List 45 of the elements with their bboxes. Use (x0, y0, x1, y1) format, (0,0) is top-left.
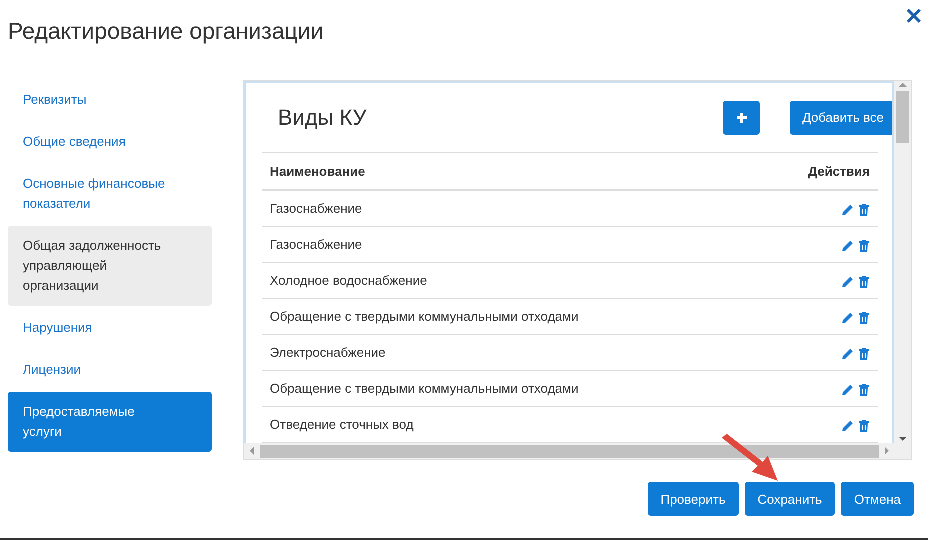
scroll-up-icon[interactable] (898, 81, 906, 89)
dialog-title: Редактирование организации (8, 18, 324, 45)
pencil-icon[interactable] (842, 276, 854, 288)
sidebar-item[interactable]: Лицензии (8, 350, 212, 390)
add-button[interactable] (723, 100, 760, 134)
add-all-button[interactable]: Добавить все (790, 100, 892, 134)
pencil-icon[interactable] (842, 384, 854, 396)
sidebar-item[interactable]: Реквизиты (8, 80, 212, 120)
scroll-right-icon[interactable] (883, 447, 891, 455)
trash-icon[interactable] (858, 240, 870, 252)
panel-title: Виды КУ (278, 104, 368, 130)
footer-button[interactable]: Проверить (648, 482, 739, 516)
pencil-icon[interactable] (842, 240, 854, 252)
table-cell: Холодное водоснабжение (262, 262, 759, 298)
table-cell: Газоснабжение (262, 226, 759, 262)
sidebar-item[interactable]: Нарушения (8, 308, 212, 348)
scroll-thumb[interactable] (260, 444, 879, 458)
sidebar-item[interactable]: Предоставляемые услуги (8, 392, 212, 452)
trash-icon[interactable] (858, 312, 870, 324)
close-icon[interactable] (906, 8, 922, 24)
pencil-icon[interactable] (842, 204, 854, 216)
pencil-icon[interactable] (842, 348, 854, 360)
sidebar-item[interactable]: Общая задолженность управляющей организации (8, 226, 212, 306)
scroll-thumb[interactable] (896, 91, 909, 143)
trash-icon[interactable] (858, 276, 870, 288)
trash-icon[interactable] (858, 348, 870, 360)
table-cell: Обращение с твердыми коммунальными отходами (262, 298, 759, 334)
column-header: Наименование (262, 152, 759, 190)
pencil-icon[interactable] (842, 420, 854, 432)
table-cell: Обращение с твердыми коммунальными отходами (262, 370, 759, 406)
plus-icon (736, 112, 748, 124)
horizontal-scrollbar[interactable] (244, 443, 911, 459)
footer-button[interactable]: Отмена (841, 482, 914, 516)
trash-icon[interactable] (858, 204, 870, 216)
table-cell: Электроснабжение (262, 334, 759, 370)
trash-icon[interactable] (858, 420, 870, 432)
column-header: Действия (758, 152, 878, 190)
sidebar-item[interactable]: Основные финансовые показатели (8, 164, 212, 224)
table-cell: Газоснабжение (262, 190, 759, 226)
trash-icon[interactable] (858, 384, 870, 396)
footer-button[interactable]: Сохранить (744, 482, 836, 516)
pencil-icon[interactable] (842, 312, 854, 324)
sidebar-item[interactable]: Общие сведения (8, 122, 212, 162)
vertical-scrollbar[interactable] (894, 81, 911, 443)
scroll-left-icon[interactable] (248, 447, 256, 455)
